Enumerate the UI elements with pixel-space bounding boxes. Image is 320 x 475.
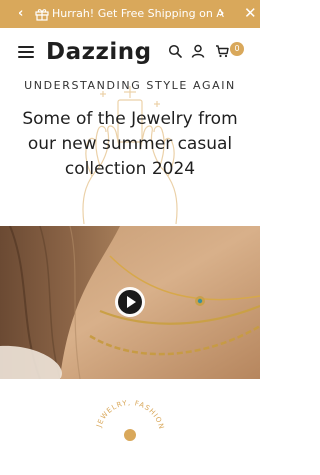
announcement-text: Hurrah! Get Free Shipping on All O... — [52, 7, 224, 20]
circular-badge: JEWELRY, FASHION — [95, 399, 166, 441]
hero-eyebrow: UNDERSTANDING STYLE AGAIN — [24, 79, 236, 92]
video-banner[interactable] — [0, 226, 260, 379]
site-logo[interactable]: Dazzing — [46, 37, 152, 67]
cart-icon[interactable] — [215, 44, 229, 58]
hero-section: UNDERSTANDING STYLE AGAIN Some of the Je… — [0, 76, 260, 226]
bottom-section: JEWELRY, FASHION — [0, 379, 260, 441]
chevron-right-icon[interactable]: › — [219, 6, 224, 22]
hero-headline: Some of the Jewelry from our new summer … — [22, 109, 238, 179]
user-icon[interactable] — [191, 44, 205, 58]
close-icon[interactable]: ✕ — [244, 4, 257, 22]
badge-text: JEWELRY, FASHION — [95, 399, 165, 431]
chevron-left-icon[interactable]: ‹ — [18, 6, 23, 22]
announcement-bar: ‹ Hurrah! Get Free Shipping on All O... … — [0, 0, 260, 28]
search-icon[interactable] — [168, 44, 182, 58]
play-icon[interactable] — [114, 286, 146, 318]
cart-count-badge: 0 — [230, 42, 244, 56]
menu-icon[interactable] — [18, 46, 34, 58]
svg-text:JEWELRY, FASHION: JEWELRY, FASHION — [95, 399, 166, 431]
gift-icon — [35, 9, 49, 21]
site-header: Dazzing 0 — [0, 28, 260, 76]
